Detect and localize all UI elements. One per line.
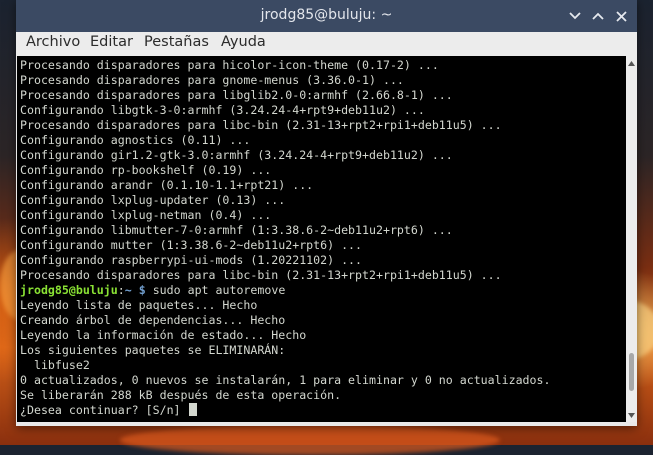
terminal-line: Procesando disparadores para libglib2.0-… [20, 88, 453, 102]
triangle-up-icon [628, 60, 635, 66]
terminal-line: Configurando libgtk-3-0:armhf (3.24.24-4… [20, 103, 425, 117]
terminal-line: Los siguientes paquetes se ELIMINARÁN: [20, 343, 286, 357]
terminal-line: Leyendo lista de paquetes... Hecho [20, 298, 258, 312]
terminal-line: libfuse2 [20, 358, 90, 372]
close-button[interactable] [611, 6, 631, 26]
scroll-thumb[interactable] [629, 353, 634, 392]
terminal-line: Creando árbol de dependencias... Hecho [20, 313, 286, 327]
terminal-line: Configurando libmutter-7-0:armhf (1:3.38… [20, 223, 453, 237]
prompt-user-host: jrodg85@buluju [20, 283, 118, 297]
terminal-line: Configurando arandr (0.1.10-1.1+rpt21) .… [20, 178, 314, 192]
vertical-scrollbar[interactable] [626, 56, 637, 422]
background-cloud [120, 425, 500, 455]
terminal-line: Configurando lxplug-updater (0.13) ... [20, 193, 286, 207]
scroll-up-button[interactable] [626, 58, 637, 68]
menu-bar: Archivo Editar Pestañas Ayuda [16, 32, 637, 56]
minimize-button[interactable] [565, 6, 585, 26]
terminal-line: Procesando disparadores para libc-bin (2… [20, 268, 502, 282]
terminal-line: Leyendo la información de estado... Hech… [20, 328, 307, 342]
menu-ayuda[interactable]: Ayuda [221, 34, 266, 50]
terminal-line: Configurando rp-bookshelf (0.19) ... [20, 163, 272, 177]
confirm-prompt-line[interactable]: ¿Desea continuar? [S/n] [20, 403, 197, 418]
prompt-separator: : [117, 283, 125, 297]
chevron-up-icon [592, 12, 604, 20]
terminal-line: Procesando disparadores para libc-bin (2… [20, 118, 502, 132]
menu-editar[interactable]: Editar [90, 34, 133, 50]
triangle-down-icon [628, 412, 635, 418]
terminal-line: Configurando gir1.2-gtk-3.0:armhf (3.24.… [20, 148, 453, 162]
terminal-line: 0 actualizados, 0 nuevos se instalarán, … [20, 373, 551, 387]
terminal-line: Configurando agnostics (0.11) ... [20, 133, 251, 147]
prompt-symbol: $ [138, 283, 146, 297]
chevron-down-icon [569, 12, 581, 20]
terminal-line: Procesando disparadores para gnome-menus… [20, 73, 404, 87]
close-icon [615, 10, 627, 22]
terminal-output[interactable]: Procesando disparadores para hicolor-ico… [17, 56, 626, 422]
terminal-line: Configurando lxplug-netman (0.4) ... [20, 208, 272, 222]
window-title: jrodg85@buluju: ~ [260, 7, 393, 23]
menu-pestanas[interactable]: Pestañas [144, 34, 209, 50]
terminal-window: jrodg85@buluju: ~ Archivo Editar Pestaña… [16, 0, 637, 426]
text-cursor [188, 403, 197, 416]
menu-archivo[interactable]: Archivo [26, 34, 80, 50]
terminal-line: Procesando disparadores para hicolor-ico… [20, 58, 439, 72]
prompt-command: sudo apt autoremove [152, 283, 286, 297]
command-prompt-line: jrodg85@buluju:~ $ sudo apt autoremove [20, 283, 285, 298]
prompt-path: ~ [124, 283, 132, 297]
terminal-line: Se liberarán 288 kB después de esta oper… [20, 388, 342, 402]
maximize-button[interactable] [588, 6, 608, 26]
terminal-line: Configurando mutter (1:3.38.6-2~deb11u2+… [20, 238, 363, 252]
confirm-prompt-text: ¿Desea continuar? [S/n] [20, 403, 188, 417]
terminal-line: Configurando raspberrypi-ui-mods (1.2022… [20, 253, 363, 267]
title-bar[interactable]: jrodg85@buluju: ~ [16, 0, 637, 32]
scroll-down-button[interactable] [626, 410, 637, 420]
